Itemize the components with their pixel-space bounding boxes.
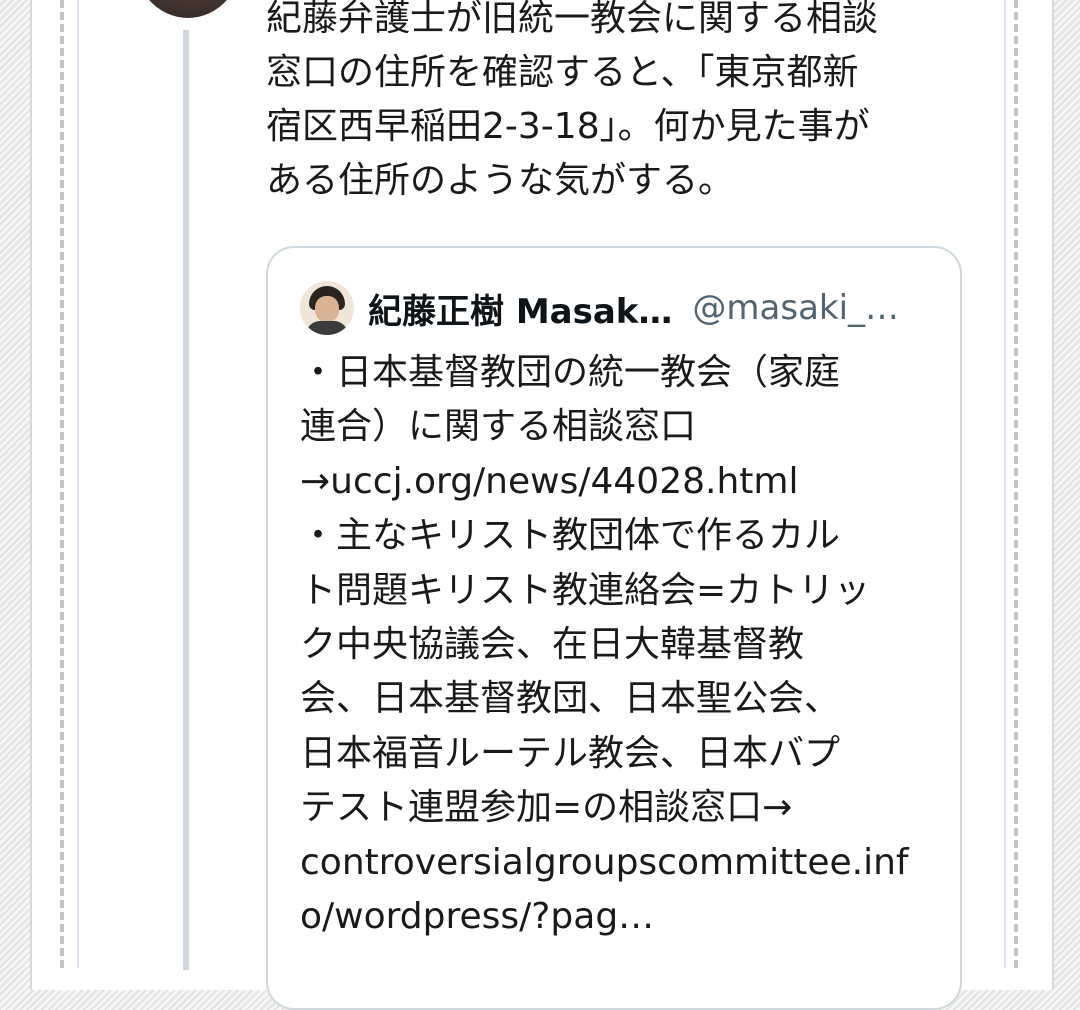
tweet-text-line: 窓口の住所を確認すると、「東京都新: [266, 52, 859, 93]
left-column-edge: [77, 0, 79, 968]
tweet-text: 紀藤弁護士が旧統一教会に関する相談 窓口の住所を確認すると、「東京都新 宿区西早…: [266, 0, 966, 208]
quoted-user-avatar-icon[interactable]: [300, 281, 354, 335]
quoted-text-line: controversialgroupscommittee.inf: [300, 841, 909, 883]
right-column-edge: [1004, 0, 1006, 968]
quoted-text-line: o/wordpress/?pag…: [300, 896, 655, 938]
quoted-text-line: →uccj.org/news/44028.html: [300, 460, 799, 502]
quoted-text-line: ・主なキリスト教団体で作るカル: [300, 515, 841, 557]
quoted-text-line: 会、日本基督教団、日本聖公会、: [300, 678, 841, 720]
left-dashed-divider: [60, 0, 64, 968]
quoted-text-line: 連合）に関する相談窓口: [300, 406, 697, 448]
thread-connector-line: [183, 30, 189, 970]
right-dashed-divider: [1014, 0, 1018, 968]
quoted-text-line: ・日本基督教団の統一教会（家庭: [300, 352, 841, 393]
quoted-text-line: ト問題キリスト教連絡会=カトリッ: [300, 569, 871, 611]
quoted-author-handle[interactable]: @masaki_…: [692, 288, 899, 328]
quoted-tweet-card[interactable]: 紀藤正樹 Masak… @masaki_… ・日本基督教団の統一教会（家庭 連合…: [266, 246, 962, 1010]
quoted-text-line: 日本福音ルーテル教会、日本バプ: [300, 732, 841, 774]
quoted-text-line: ク中央協議会、在日大韓基督教: [300, 624, 805, 666]
tweet-text-line: 宿区西早稲田2-3-18」。何か見た事が: [266, 106, 870, 147]
quoted-author-name[interactable]: 紀藤正樹 Masak…: [368, 284, 672, 333]
quoted-tweet-header: 紀藤正樹 Masak… @masaki_…: [300, 280, 940, 336]
quoted-tweet-body: ・日本基督教団の統一教会（家庭 連合）に関する相談窓口 →uccj.org/ne…: [300, 346, 940, 944]
tweet-text-line: ある住所のような気がする。: [266, 160, 735, 201]
tweet-text-line: 紀藤弁護士が旧統一教会に関する相談: [266, 0, 879, 39]
quoted-text-line: テスト連盟参加=の相談窓口→: [300, 787, 793, 829]
